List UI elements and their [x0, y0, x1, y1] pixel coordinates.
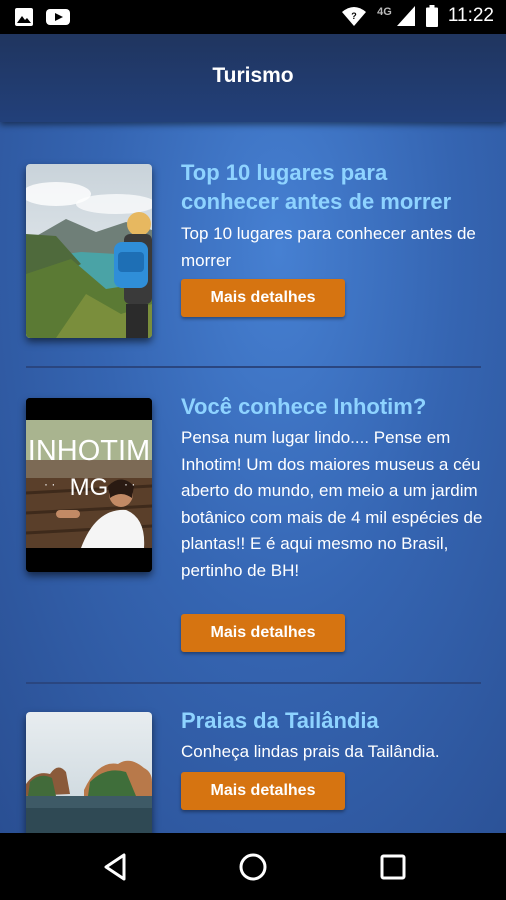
divider	[26, 682, 481, 684]
image-overlay-line2: MG	[70, 474, 109, 501]
cell-signal-icon	[396, 6, 415, 26]
details-button[interactable]: Mais detalhes	[181, 772, 345, 810]
image-overlay-line1: INHOTIM	[28, 435, 150, 467]
item-thumbnail[interactable]	[26, 712, 152, 833]
divider	[26, 366, 481, 368]
page-title: Turismo	[212, 64, 294, 87]
item-title[interactable]: Top 10 lugares para conhecer antes de mo…	[181, 158, 491, 216]
mountain-hiker-image	[26, 164, 152, 338]
image-notification-icon	[15, 8, 33, 26]
details-button[interactable]: Mais detalhes	[181, 279, 345, 317]
item-title[interactable]: Praias da Tailândia	[181, 706, 491, 735]
app-bar: Turismo	[0, 34, 506, 122]
item-description: Pensa num lugar lindo.... Pense em Inhot…	[181, 428, 483, 580]
back-icon[interactable]	[96, 851, 136, 883]
item-thumbnail[interactable]	[26, 164, 152, 338]
item-description: Top 10 lugares para conhecer antes de mo…	[181, 224, 476, 270]
item-thumbnail[interactable]: INHOTIM MG · · · ·	[26, 398, 152, 572]
content-list[interactable]: Top 10 lugares para conhecer antes de mo…	[0, 122, 506, 833]
thailand-beach-image	[26, 712, 152, 833]
svg-text:· ·: · ·	[44, 477, 55, 491]
svg-text:?: ?	[351, 11, 357, 21]
item-title[interactable]: Você conhece Inhotim?	[181, 392, 491, 421]
inhotim-image: INHOTIM MG · · · ·	[26, 398, 152, 572]
clock: 11:22	[447, 5, 494, 26]
navigation-bar	[0, 833, 506, 900]
details-button[interactable]: Mais detalhes	[181, 614, 345, 652]
home-icon[interactable]	[233, 851, 273, 883]
recents-icon[interactable]	[373, 851, 413, 883]
wifi-icon: ?	[342, 7, 367, 26]
status-bar: ? 4G 11:22	[0, 0, 506, 34]
youtube-notification-icon	[46, 9, 70, 25]
svg-text:· ·: · ·	[124, 477, 135, 491]
battery-icon	[425, 5, 438, 27]
network-type: 4G	[377, 6, 392, 18]
item-description: Conheça lindas prais da Tailândia.	[181, 742, 440, 761]
